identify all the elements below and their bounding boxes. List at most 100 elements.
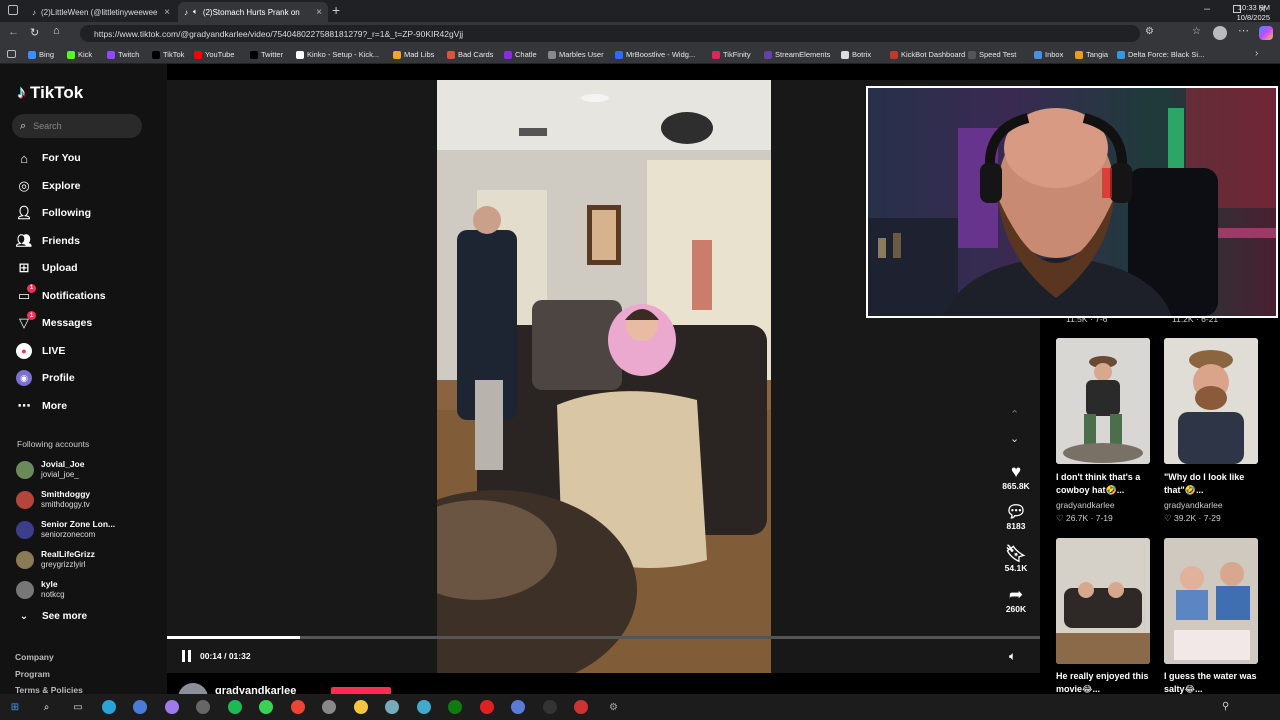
footer-program-link[interactable]: Program bbox=[15, 669, 50, 679]
taskbar-clock[interactable]: 10:33 PM 10/8/2025 bbox=[1237, 3, 1270, 23]
bookmark-item[interactable]: MrBoostlive - Widg... bbox=[615, 50, 695, 59]
related-video-thumbnail[interactable] bbox=[1056, 538, 1150, 664]
next-video-chevron-icon[interactable]: ⌄ bbox=[1010, 432, 1019, 445]
bookmark-item[interactable]: Chatle bbox=[504, 50, 537, 59]
bookmark-item[interactable]: Tangia bbox=[1075, 50, 1108, 59]
app-icon[interactable] bbox=[322, 700, 336, 714]
search-input[interactable]: ⌕ Search bbox=[12, 114, 142, 138]
related-video-thumbnail[interactable] bbox=[1164, 338, 1258, 464]
following-account[interactable]: kyle notkcg bbox=[16, 579, 65, 600]
minimize-button[interactable]: – bbox=[1204, 3, 1210, 15]
nav-item-for-you[interactable]: ⌂ For You bbox=[16, 150, 81, 166]
pen-icon[interactable]: ⚲ bbox=[1222, 701, 1229, 712]
bookmark-item[interactable]: Botrix bbox=[841, 50, 871, 59]
bookmark-item[interactable]: Twitch bbox=[107, 50, 139, 59]
chrome-icon[interactable] bbox=[133, 700, 147, 714]
related-video-thumbnail[interactable] bbox=[1056, 338, 1150, 464]
new-tab-button[interactable]: + bbox=[332, 2, 340, 18]
related-video-caption[interactable]: I don't think that's a cowboy hat🤣... bbox=[1056, 471, 1156, 497]
bookmark-item[interactable]: Marbles User bbox=[548, 50, 604, 59]
favorites-icon[interactable]: ☆ bbox=[1192, 26, 1201, 37]
app-icon[interactable] bbox=[385, 700, 399, 714]
more-menu-icon[interactable]: ⋯ bbox=[1238, 24, 1249, 37]
close-tab-icon[interactable]: × bbox=[164, 7, 170, 18]
edge-icon[interactable] bbox=[101, 700, 116, 714]
action-comment-button[interactable]: 💬︎ 8183 bbox=[996, 503, 1036, 532]
task-view-icon[interactable]: ▭ bbox=[70, 699, 86, 715]
search-icon[interactable]: ⌕ bbox=[39, 699, 55, 715]
refresh-icon[interactable]: ↻ bbox=[30, 26, 39, 39]
following-account[interactable]: RealLifeGrizz greygrizzlyirl bbox=[16, 549, 95, 570]
see-more-button[interactable]: ⌄ See more bbox=[16, 611, 87, 622]
bookmark-item[interactable]: Bad Cards bbox=[447, 50, 493, 59]
action-share-button[interactable]: ➦ 260K bbox=[996, 586, 1036, 615]
related-video-caption[interactable]: He really enjoyed this movie😂... bbox=[1056, 670, 1156, 696]
following-account[interactable]: Smithdoggy smithdoggy.tv bbox=[16, 489, 90, 510]
settings-icon[interactable]: ⚙ bbox=[606, 699, 622, 715]
app-icon[interactable] bbox=[290, 700, 305, 714]
nav-item-following[interactable]: 👤︎ Following bbox=[16, 205, 91, 221]
following-account[interactable]: Jovial_Joe jovial_joe_ bbox=[16, 459, 84, 480]
pause-icon[interactable] bbox=[181, 650, 193, 662]
extensions-icon[interactable]: ⚙ bbox=[1145, 26, 1154, 37]
xbox-icon[interactable] bbox=[448, 700, 462, 714]
browser-tab-2[interactable]: ♪ 🔈︎ (2)Stomach Hurts Prank on × bbox=[178, 2, 328, 22]
related-video-caption[interactable]: "Why do I look like that"🤣... bbox=[1164, 471, 1264, 497]
related-video-caption[interactable]: I guess the water was salty😂... bbox=[1164, 670, 1264, 696]
back-icon[interactable]: ← bbox=[8, 26, 19, 38]
nav-item-upload[interactable]: ⊞ Upload bbox=[16, 260, 78, 276]
bookmark-item[interactable]: Mad Libs bbox=[393, 50, 434, 59]
nav-item-friends[interactable]: 👥︎ Friends bbox=[16, 233, 80, 249]
bookmark-item[interactable]: Delta Force: Black Si... bbox=[1117, 50, 1204, 59]
bookmark-item[interactable]: KickBot Dashboard bbox=[890, 50, 965, 59]
footer-company-link[interactable]: Company bbox=[15, 652, 54, 662]
nav-item-messages[interactable]: ▽ 1 Messages bbox=[16, 311, 92, 331]
terminal-icon[interactable] bbox=[542, 700, 557, 714]
prev-video-chevron-icon[interactable]: ⌃ bbox=[1010, 408, 1019, 421]
related-video-creator[interactable]: gradyandkarlee bbox=[1164, 500, 1223, 510]
bookmark-item[interactable]: YouTube bbox=[194, 50, 234, 59]
bookmarks-overflow-icon[interactable]: › bbox=[1255, 48, 1258, 59]
video-progress-bar[interactable] bbox=[167, 636, 1040, 639]
home-button-icon[interactable]: ⌂ bbox=[53, 25, 60, 37]
sidebar-toggle-icon[interactable] bbox=[7, 50, 16, 58]
copilot-icon[interactable] bbox=[1259, 26, 1273, 40]
following-account[interactable]: Senior Zone Lon... seniorzonecom bbox=[16, 519, 115, 540]
volume-icon[interactable]: 🔈︎ bbox=[1009, 649, 1016, 664]
window-menu-icon[interactable] bbox=[8, 5, 18, 15]
windows-start-icon[interactable]: ⊞ bbox=[7, 699, 23, 715]
close-tab-icon[interactable]: × bbox=[316, 7, 322, 18]
browser-tab-1[interactable]: ♪ (2)LittleWeen (@littletinyweewee × bbox=[26, 2, 176, 22]
app-icon[interactable] bbox=[164, 700, 179, 714]
bookmark-item[interactable]: Twitter bbox=[250, 50, 283, 59]
nav-item-more[interactable]: ⋯ More bbox=[16, 398, 68, 414]
related-video-creator[interactable]: gradyandkarlee bbox=[1056, 500, 1115, 510]
related-video-thumbnail[interactable] bbox=[1164, 538, 1258, 664]
bookmark-item[interactable]: Inbox bbox=[1034, 50, 1063, 59]
nav-item-profile[interactable]: ◉ Profile bbox=[16, 370, 75, 386]
app-icon[interactable] bbox=[574, 700, 588, 714]
bookmark-item[interactable]: StreamElements bbox=[764, 50, 830, 59]
app-icon[interactable] bbox=[416, 700, 431, 714]
avatar[interactable] bbox=[1213, 26, 1227, 40]
bookmark-item[interactable]: Kinko - Setup - Kick... bbox=[296, 50, 379, 59]
app-icon[interactable] bbox=[196, 700, 210, 714]
nav-item-live[interactable]: ● LIVE bbox=[16, 342, 65, 359]
app-icon[interactable] bbox=[479, 700, 494, 714]
app-icon[interactable] bbox=[511, 700, 525, 714]
speaker-icon[interactable]: 🔈︎ bbox=[193, 7, 198, 17]
video-player[interactable] bbox=[437, 80, 771, 673]
action-heart-button[interactable]: ♥ 865.8K bbox=[996, 463, 1036, 492]
bookmark-item[interactable]: Kick bbox=[67, 50, 92, 59]
url-input[interactable]: https://www.tiktok.com/@gradyandkarlee/v… bbox=[80, 25, 1140, 42]
nav-item-notifications[interactable]: ▭ 1 Notifications bbox=[16, 283, 106, 304]
bookmark-item[interactable]: Speed Test bbox=[968, 50, 1016, 59]
bookmark-item[interactable]: Bing bbox=[28, 50, 54, 59]
action-bookmark-button[interactable]: 🔖︎ 54.1K bbox=[996, 545, 1036, 574]
bookmark-item[interactable]: TikFinity bbox=[712, 50, 751, 59]
nav-item-explore[interactable]: ◎ Explore bbox=[16, 178, 80, 194]
app-icon[interactable] bbox=[259, 700, 273, 714]
tiktok-logo[interactable]: ♪ TikTok bbox=[17, 82, 83, 103]
bookmark-item[interactable]: TikTok bbox=[152, 50, 184, 59]
file-explorer-icon[interactable] bbox=[353, 700, 368, 714]
